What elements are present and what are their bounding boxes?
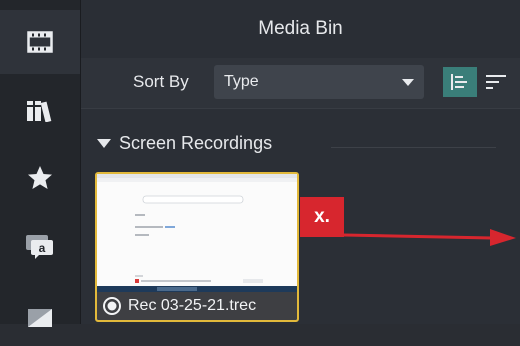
star-icon [28,166,52,189]
annotation-icon: a [26,235,53,259]
sort-by-label: Sort By [133,72,189,91]
media-bin-panel: Media Bin Sort By Type Screen Recordings… [81,0,520,324]
sort-dropdown-value: Type [224,73,259,90]
media-item-recording[interactable]: Rec 03-25-21.trec [95,172,299,322]
tool-rail: a [0,0,81,327]
favorites-tab[interactable] [0,146,80,210]
media-tab[interactable] [0,10,80,74]
film-strip-icon [27,31,53,53]
svg-text:a: a [39,241,46,255]
transition-icon [28,309,52,327]
sort-order-button[interactable] [479,67,513,97]
media-item-name: Rec 03-25-21.trec [128,297,257,314]
caret-down-icon [97,139,111,148]
annotation-badge: x. [300,197,344,237]
sort-lines-icon [486,75,506,89]
align-left-view-button[interactable] [443,67,477,97]
section-screen-recordings[interactable]: Screen Recordings [97,133,272,154]
recording-file-icon [103,297,121,315]
sort-toolbar: Sort By Type [81,58,520,109]
sort-dropdown[interactable]: Type [214,65,424,99]
panel-title: Media Bin [258,18,343,39]
media-item-caption: Rec 03-25-21.trec [97,292,297,320]
chevron-down-icon [402,79,414,86]
library-icon [27,101,52,122]
annotation-label: x. [314,206,330,227]
section-divider [331,147,496,148]
annotations-tab[interactable]: a [0,214,80,278]
annotation-arrow-icon [344,229,516,246]
library-tab[interactable] [0,78,80,142]
panel-header: Media Bin [81,0,520,58]
transitions-tab[interactable] [0,282,80,346]
section-label: Screen Recordings [119,133,273,153]
align-left-list-icon [451,74,467,90]
